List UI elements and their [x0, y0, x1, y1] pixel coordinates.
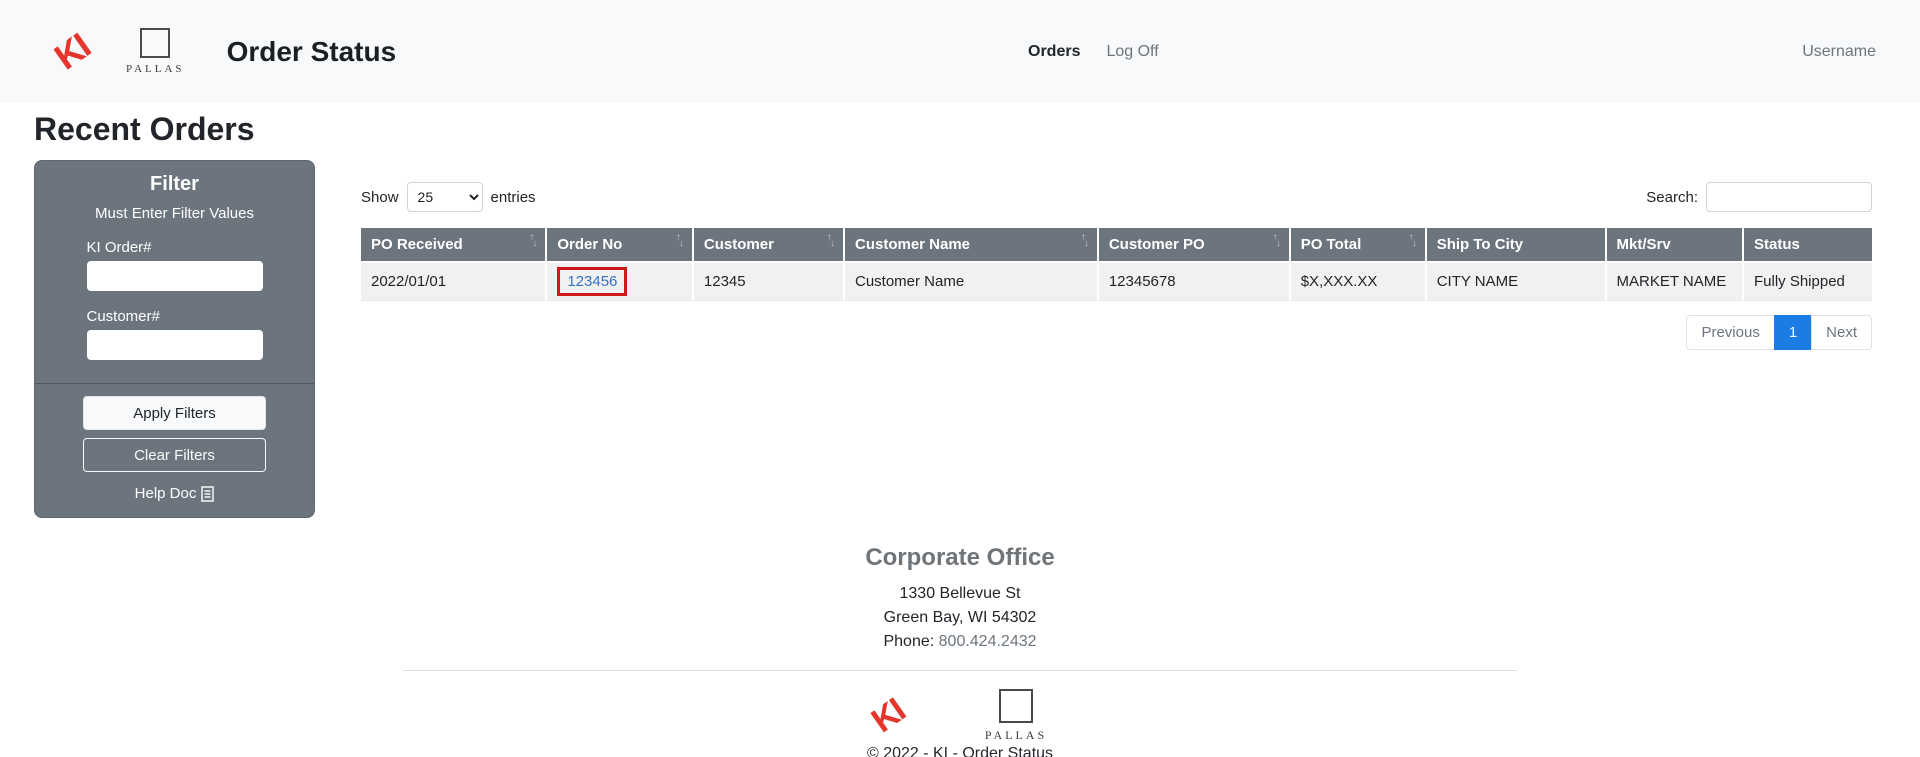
column-header-status: Status	[1742, 228, 1872, 263]
pallas-logo-label: PALLAS	[126, 63, 185, 75]
customer-number-label: Customer#	[87, 308, 263, 325]
footer-logos: KI PALLAS	[873, 689, 1047, 743]
search-label: Search:	[1646, 189, 1698, 206]
clear-filters-button[interactable]: Clear Filters	[83, 438, 266, 472]
pagination-page-1-button[interactable]: 1	[1774, 315, 1812, 350]
cell-customer-name: Customer Name	[843, 263, 1097, 301]
orders-table: PO Received ↑↓ Order No ↑↓ Customer ↑↓	[361, 228, 1872, 301]
order-number-link[interactable]: 123456	[557, 267, 627, 296]
sort-icon: ↑↓	[529, 233, 539, 243]
apply-filters-button[interactable]: Apply Filters	[83, 396, 266, 430]
column-header-po-total[interactable]: PO Total ↑↓	[1289, 228, 1425, 263]
help-doc-label: Help Doc	[135, 485, 197, 502]
pallas-square-icon	[999, 689, 1033, 723]
pallas-square-icon	[140, 28, 170, 58]
cell-po-total: $X,XXX.XX	[1289, 263, 1425, 301]
ki-order-input[interactable]	[87, 261, 263, 291]
section-heading: Recent Orders	[34, 111, 1920, 148]
column-header-customer[interactable]: Customer ↑↓	[692, 228, 843, 263]
sort-icon: ↑↓	[827, 233, 837, 243]
address-line-2: Green Bay, WI 54302	[0, 606, 1920, 630]
cell-order-no: 123456	[545, 263, 692, 301]
phone-line: Phone: 800.424.2432	[0, 630, 1920, 654]
pallas-logo-label: PALLAS	[985, 728, 1047, 743]
search-input[interactable]	[1706, 182, 1872, 212]
copyright-text: © 2022 - KI - Order Status	[0, 745, 1920, 757]
column-header-customer-name[interactable]: Customer Name ↑↓	[843, 228, 1097, 263]
ki-order-label: KI Order#	[87, 239, 263, 256]
pagination: Previous 1 Next	[361, 315, 1872, 350]
cell-customer: 12345	[692, 263, 843, 301]
corporate-office-title: Corporate Office	[0, 544, 1920, 572]
customer-number-input[interactable]	[87, 330, 263, 360]
filter-title: Filter	[35, 173, 314, 196]
top-bar: KI PALLAS Order Status Orders Log Off Us…	[0, 0, 1920, 103]
column-header-order-no[interactable]: Order No ↑↓	[545, 228, 692, 263]
pallas-logo: PALLAS	[126, 28, 185, 75]
pagination-next-button[interactable]: Next	[1811, 315, 1872, 350]
cell-ship-to-city: CITY NAME	[1425, 263, 1605, 301]
footer-divider	[403, 670, 1517, 671]
cell-status: Fully Shipped	[1742, 263, 1872, 301]
sort-icon: ↑↓	[676, 233, 686, 243]
pagination-previous-button[interactable]: Previous	[1686, 315, 1774, 350]
phone-number-link[interactable]: 800.424.2432	[939, 633, 1037, 650]
cell-customer-po: 12345678	[1097, 263, 1289, 301]
sort-icon: ↑↓	[1273, 233, 1283, 243]
help-doc-icon	[201, 486, 214, 502]
cell-po-received: 2022/01/01	[361, 263, 545, 301]
column-header-mkt-srv: Mkt/Srv	[1605, 228, 1743, 263]
main-content: Recent Orders Filter Must Enter Filter V…	[0, 111, 1920, 518]
filter-panel: Filter Must Enter Filter Values KI Order…	[34, 160, 315, 518]
table-header-row: PO Received ↑↓ Order No ↑↓ Customer ↑↓	[361, 228, 1872, 263]
nav-item-orders[interactable]: Orders	[1028, 43, 1080, 61]
pallas-logo: PALLAS	[985, 689, 1047, 743]
footer: Corporate Office 1330 Bellevue St Green …	[0, 518, 1920, 757]
sort-icon: ↑↓	[1409, 233, 1419, 243]
page-title: Order Status	[227, 36, 397, 68]
orders-table-section: Show 25 entries Search:	[361, 160, 1872, 350]
ki-logo-icon: KI	[866, 693, 910, 738]
ki-logo-icon: KI	[49, 28, 96, 76]
entries-label: entries	[491, 189, 536, 206]
sort-icon: ↑↓	[1081, 233, 1091, 243]
column-header-ship-to-city: Ship To City	[1425, 228, 1605, 263]
column-header-customer-po[interactable]: Customer PO ↑↓	[1097, 228, 1289, 263]
column-header-po-received[interactable]: PO Received ↑↓	[361, 228, 545, 263]
username-menu[interactable]: Username	[1802, 43, 1876, 61]
cell-mkt-srv: MARKET NAME	[1605, 263, 1743, 301]
show-label: Show	[361, 189, 399, 206]
help-doc-link[interactable]: Help Doc	[135, 485, 215, 502]
nav-item-logoff[interactable]: Log Off	[1106, 43, 1158, 61]
address-line-1: 1330 Bellevue St	[0, 582, 1920, 606]
top-nav: Orders Log Off	[1028, 43, 1159, 61]
filter-subtitle: Must Enter Filter Values	[35, 205, 314, 222]
table-row: 2022/01/01 123456 12345 Customer Name 12…	[361, 263, 1872, 301]
phone-label: Phone:	[883, 633, 938, 650]
page-size-select[interactable]: 25	[407, 182, 483, 212]
